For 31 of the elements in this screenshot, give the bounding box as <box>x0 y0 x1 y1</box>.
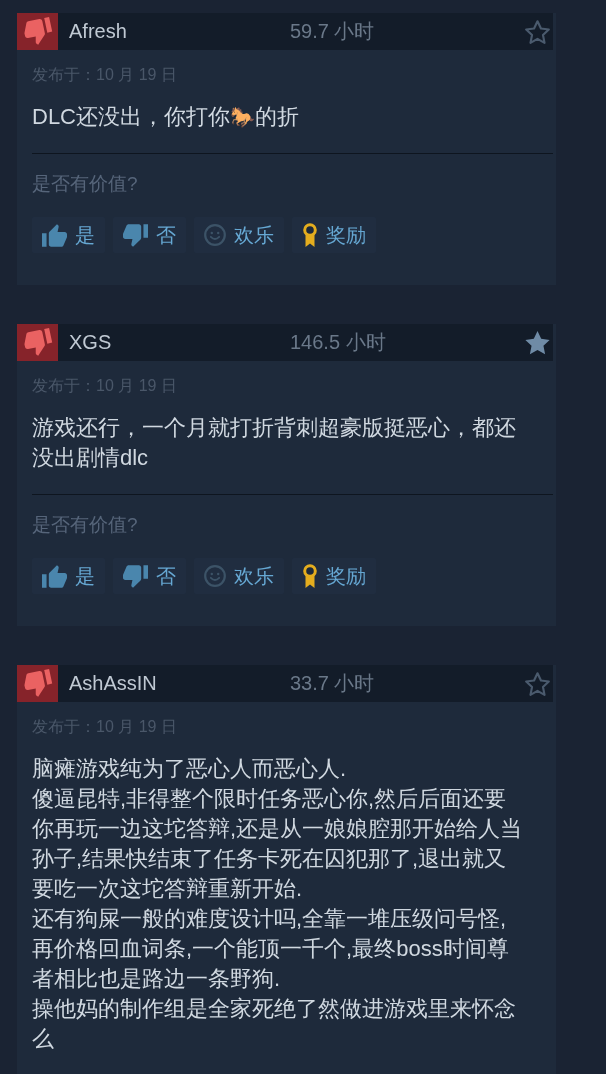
no-button[interactable]: 否 <box>113 217 186 253</box>
thumbs-down-icon <box>123 564 148 588</box>
thumbs-up-icon <box>42 223 67 247</box>
star-icon[interactable] <box>525 19 550 44</box>
username: XGS <box>69 331 112 354</box>
helpful-question: 是否有价值? <box>32 172 138 196</box>
playtime-text: 59.7 小时 <box>290 19 375 44</box>
thumbs-down-icon <box>123 223 148 247</box>
review-text: DLC还没出，你打你🐎的折 <box>32 103 299 131</box>
review-text: 脑瘫游戏纯为了恶心人而恶心人. 傻逼昆特,非得整个限时任务恶心你,然后后面还要你再玩一边这坨答辩,还是从一娘娘腔那开始给人当孙子,结果快结束了任务卡死在囚犯那了,退出就又要吃一次这坨答辩重新开始. 还有狗屎一般的难度设计吗,全靠一堆压级问号怪,再价格回血词条,一个能顶一千个,最终boss时间尊者相比也是路边一条野狗. 操他妈的制作组是全家死绝了然做进游戏里来怀念么 <box>32 755 524 1053</box>
funny-button[interactable]: 欢乐 <box>194 217 284 253</box>
star-icon[interactable] <box>525 671 550 696</box>
smiley-icon <box>204 224 226 246</box>
thumbs-up-icon <box>42 564 67 588</box>
no-button[interactable]: 否 <box>113 558 186 594</box>
username: Afresh <box>69 20 127 43</box>
playtime-text: 33.7 小时 <box>290 671 375 696</box>
smiley-icon <box>204 565 226 587</box>
yes-button[interactable]: 是 <box>32 217 105 253</box>
yes-button[interactable]: 是 <box>32 558 105 594</box>
award-button[interactable]: 奖励 <box>292 217 376 253</box>
username: AshAssIN <box>69 672 157 695</box>
playtime-text: 146.5 小时 <box>290 330 386 355</box>
medal-icon <box>302 223 318 247</box>
medal-icon <box>302 564 318 588</box>
helpful-question: 是否有价值? <box>32 513 138 537</box>
star-icon[interactable] <box>525 330 550 355</box>
funny-button[interactable]: 欢乐 <box>194 558 284 594</box>
review-text: 游戏还行，一个月就打折背刺超豪版挺恶心，都还没出剧情dlc <box>32 414 517 472</box>
award-button[interactable]: 奖励 <box>292 558 376 594</box>
horse-icon: 🐎 <box>230 106 255 128</box>
